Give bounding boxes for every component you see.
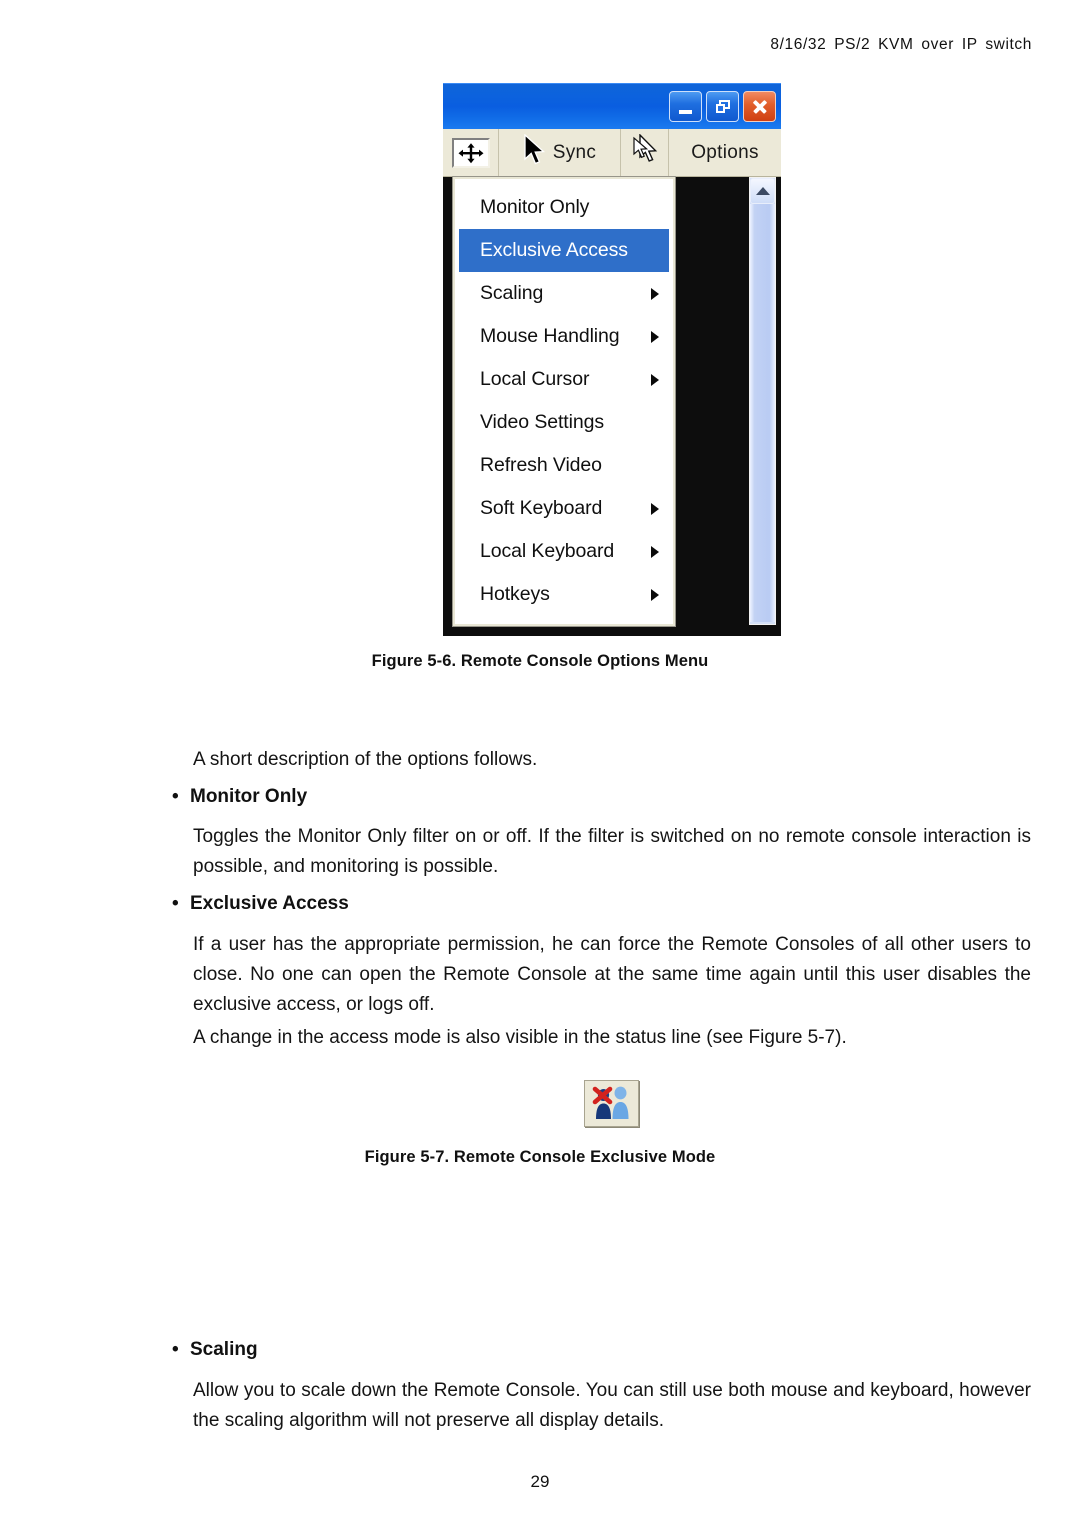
chevron-up-icon [755,187,770,195]
submenu-arrow-icon [651,502,659,515]
heading-scaling: • Scaling [172,1339,258,1361]
figure-5-7-caption: Figure 5-7. Remote Console Exclusive Mod… [364,1148,716,1166]
menu-item-label: Hotkeys [480,583,550,605]
heading-label: Exclusive Access [190,893,349,914]
menu-item-exclusive-access[interactable]: Exclusive Access [459,229,669,272]
restore-button[interactable] [706,91,739,122]
menu-item-label: Video Settings [480,411,604,433]
options-menu: Monitor Only Exclusive Access Scaling Mo… [453,177,675,626]
close-button[interactable] [743,91,776,122]
vertical-scrollbar[interactable] [749,177,776,625]
sync-button[interactable]: Sync [499,129,621,176]
mouse-cursor-icon [523,133,547,171]
menu-item-label: Local Cursor [480,368,590,390]
fit-to-screen-button[interactable] [443,129,499,176]
sync-label: Sync [552,141,597,163]
local-cursor-button[interactable] [621,129,669,176]
bullet-icon: • [172,1339,179,1360]
paragraph-exclusive-access: If a user has the appropriate permission… [193,934,1031,1015]
options-button[interactable]: Options [669,129,781,176]
menu-item-soft-keyboard[interactable]: Soft Keyboard [455,487,673,530]
submenu-arrow-icon [651,287,659,300]
menu-item-label: Scaling [480,282,544,304]
menu-item-refresh-video[interactable]: Refresh Video [455,444,673,487]
menu-item-scaling[interactable]: Scaling [455,272,673,315]
heading-label: Scaling [190,1339,258,1360]
restore-icon [715,100,730,113]
bullet-icon: • [172,786,179,807]
submenu-arrow-icon [651,588,659,601]
paragraph-scaling: Allow you to scale down the Remote Conso… [193,1380,1031,1431]
page-header: 8/16/32 PS/2 KVM over IP switch [770,36,1032,53]
double-mouse-cursor-icon [632,133,658,171]
menu-item-label: Mouse Handling [480,325,620,347]
remote-console-screen: Monitor Only Exclusive Access Scaling Mo… [443,177,781,636]
window-titlebar [443,83,781,129]
menu-item-label: Soft Keyboard [480,497,603,519]
scroll-up-button[interactable] [750,178,775,204]
menu-item-label: Exclusive Access [480,239,628,261]
minimize-icon [679,109,692,114]
menu-item-label: Monitor Only [480,196,590,218]
close-icon [752,99,768,115]
heading-exclusive-access: • Exclusive Access [172,893,349,915]
bullet-icon: • [172,893,179,914]
submenu-arrow-icon [651,330,659,343]
submenu-arrow-icon [651,373,659,386]
menu-item-label: Refresh Video [480,454,602,476]
page-number: 29 [530,1472,550,1491]
remote-console-window: Sync Options Monitor Only Exclusive Acce… [443,83,781,636]
fit-to-screen-icon [451,137,490,168]
intro-paragraph: A short description of the options follo… [193,749,538,770]
scrollbar-thumb[interactable] [750,204,775,622]
menu-item-monitor-only[interactable]: Monitor Only [455,186,673,229]
exclusive-mode-icon [584,1080,639,1127]
menu-item-local-keyboard[interactable]: Local Keyboard [455,530,673,573]
menu-item-label: Local Keyboard [480,540,615,562]
submenu-arrow-icon [651,545,659,558]
menu-item-mouse-handling[interactable]: Mouse Handling [455,315,673,358]
paragraph-monitor-only: Toggles the Monitor Only filter on or of… [193,826,1031,877]
remote-console-toolbar: Sync Options [443,129,781,177]
menu-item-video-settings[interactable]: Video Settings [455,401,673,444]
menu-item-hotkeys[interactable]: Hotkeys [455,573,673,616]
figure-5-6-caption: Figure 5-6. Remote Console Options Menu [371,652,709,670]
options-label: Options [691,141,759,163]
menu-item-local-cursor[interactable]: Local Cursor [455,358,673,401]
paragraph-access-mode-note: A change in the access mode is also visi… [193,1027,847,1048]
minimize-button[interactable] [669,91,702,122]
heading-label: Monitor Only [190,786,308,807]
heading-monitor-only: • Monitor Only [172,786,307,808]
